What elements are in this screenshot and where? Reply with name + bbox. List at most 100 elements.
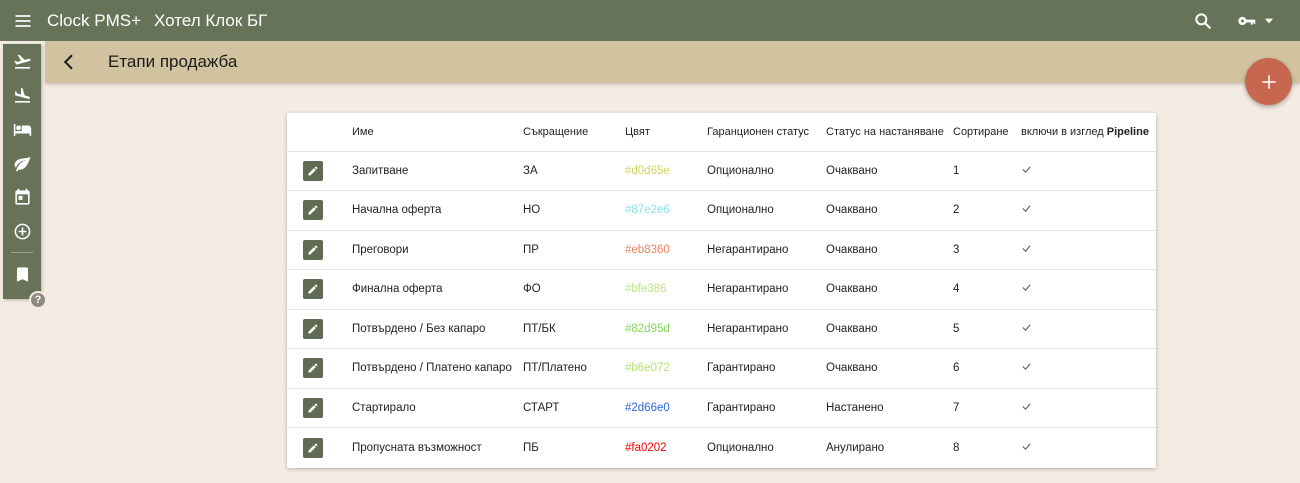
- edit-cell: [287, 230, 352, 270]
- cell-guarantee: Опционално: [707, 190, 826, 231]
- column-header-edit: [287, 113, 352, 152]
- cell-color: #fa0202: [625, 441, 667, 454]
- table-row: Финална оферта ФО #bfe386 Негарантирано …: [287, 269, 1156, 310]
- cell-sort: 6: [953, 348, 1021, 389]
- pencil-icon: [308, 442, 318, 452]
- cell-abbr: ФО: [523, 269, 625, 310]
- edit-cell: [287, 348, 352, 389]
- pencil-icon: [308, 245, 318, 255]
- add-circle-icon[interactable]: [3, 214, 41, 248]
- table-row: Запитване ЗА #d0d65e Опционално Очаквано…: [287, 151, 1156, 191]
- cell-pipeline: [1021, 388, 1156, 428]
- cell-abbr: ПТ/БК: [523, 309, 625, 349]
- top-app-bar: Clock PMS+ Хотел Клок БГ: [0, 0, 1300, 41]
- rail-divider: [11, 252, 33, 253]
- bed-icon[interactable]: [3, 112, 41, 146]
- pencil-icon: [308, 324, 318, 334]
- pipeline-header-prefix: включи в изглед: [1021, 125, 1107, 138]
- cell-name: Пропусната възможност: [352, 441, 482, 454]
- edit-cell: [287, 269, 352, 310]
- cell-pipeline: [1021, 151, 1156, 191]
- cell-color: #87e2e6: [625, 190, 707, 231]
- departure-icon[interactable]: [3, 44, 41, 78]
- cell-abbr: СТАРТ: [523, 388, 625, 428]
- cell-sort: 3: [953, 230, 1021, 270]
- edit-button[interactable]: [303, 397, 323, 418]
- cell-color: #d0d65e: [625, 151, 707, 191]
- cell-pipeline: [1021, 348, 1156, 389]
- check-icon: [1022, 166, 1031, 173]
- check-icon: [1022, 284, 1031, 292]
- cell-arrangement: Очаквано: [826, 190, 953, 231]
- cell-sort: 8: [953, 441, 960, 454]
- cell-sort: 4: [953, 269, 1021, 310]
- pencil-icon: [308, 403, 318, 413]
- cell-guarantee: Гарантирано: [707, 388, 826, 428]
- check-icon: [1022, 403, 1031, 410]
- edit-cell: [287, 428, 352, 468]
- hotel-name[interactable]: Хотел Клок БГ: [154, 11, 267, 31]
- search-icon[interactable]: [1188, 6, 1218, 36]
- back-arrow-icon[interactable]: [47, 41, 91, 83]
- cell-name: Преговори: [352, 230, 523, 270]
- page-title: Етапи продажба: [108, 52, 238, 71]
- cell-pipeline: [1021, 230, 1156, 270]
- menu-icon[interactable]: [0, 0, 46, 41]
- cell-sort: 2: [953, 190, 1021, 231]
- column-header-sort[interactable]: Сортиране: [953, 113, 1021, 152]
- edit-button[interactable]: [303, 358, 323, 379]
- page-header: Етапи продажба: [45, 41, 1300, 83]
- cell-arrangement: Очаквано: [826, 348, 953, 389]
- cell-abbr: ПР: [523, 230, 625, 270]
- edit-button[interactable]: [303, 160, 323, 181]
- table-row: Потвърдено / Без капаро ПТ/БК #82d95d Не…: [287, 309, 1156, 349]
- column-header-guarantee[interactable]: Гаранционен статус: [707, 113, 826, 152]
- edit-button[interactable]: [303, 239, 323, 260]
- calendar-icon[interactable]: [3, 180, 41, 214]
- cell-sort: 5: [953, 309, 1021, 349]
- edit-cell: [287, 388, 352, 428]
- cell-abbr: НО: [523, 190, 625, 231]
- check-icon: [1022, 363, 1031, 371]
- cell-guarantee: Гарантирано: [707, 348, 826, 389]
- account-menu-button[interactable]: [1236, 10, 1276, 32]
- column-header-pipeline[interactable]: включи в изглед Pipeline: [1021, 113, 1156, 152]
- table-row: Преговори ПР #eb8360 Негарантирано Очакв…: [287, 230, 1156, 270]
- cell-guarantee: Негарантирано: [707, 269, 826, 310]
- pencil-icon: [308, 205, 318, 215]
- edit-button[interactable]: [303, 318, 323, 339]
- edit-button[interactable]: [303, 200, 323, 221]
- check-icon: [1022, 324, 1031, 331]
- add-button[interactable]: [1245, 58, 1292, 105]
- cell-pipeline: [1021, 428, 1156, 468]
- edit-cell: [287, 309, 352, 349]
- column-header-color[interactable]: Цвят: [625, 113, 707, 152]
- column-header-abbr[interactable]: Съкращение: [523, 113, 625, 152]
- check-icon: [1022, 205, 1031, 213]
- cell-name: Запитване: [352, 151, 523, 191]
- arrival-icon[interactable]: [3, 78, 41, 112]
- cell-abbr: ПТ/Платено: [523, 348, 625, 389]
- cell-arrangement: Анулирано: [826, 441, 885, 454]
- cell-pipeline: [1021, 190, 1156, 231]
- app-name: Clock PMS+: [47, 10, 141, 30]
- pipeline-header-bold: Pipeline: [1106, 125, 1149, 138]
- plus-icon: [1261, 74, 1276, 89]
- edit-button[interactable]: [303, 279, 323, 300]
- leaf-icon[interactable]: [3, 146, 41, 180]
- check-icon: [1022, 442, 1031, 450]
- pencil-icon: [308, 166, 318, 176]
- sales-stages-table: Име Съкращение Цвят Гаранционен статус С…: [287, 113, 1156, 467]
- sales-stages-table-card: Име Съкращение Цвят Гаранционен статус С…: [287, 113, 1156, 468]
- cell-guarantee: Негарантирано: [707, 230, 826, 270]
- cell-arrangement: Настанено: [826, 388, 953, 428]
- table-row: Пропусната възможност ПБ #fa0202 Опциона…: [287, 428, 1156, 468]
- book-icon[interactable]: [3, 257, 41, 291]
- cell-name: Потвърдено / Без капаро: [352, 309, 523, 349]
- caret-down-icon: [1264, 18, 1274, 23]
- help-icon[interactable]: ?: [29, 291, 47, 309]
- edit-button[interactable]: [303, 437, 323, 458]
- column-header-arrangement[interactable]: Статус на настаняване: [826, 113, 953, 152]
- cell-color: #82d95d: [625, 309, 707, 349]
- column-header-name[interactable]: Име: [352, 113, 523, 152]
